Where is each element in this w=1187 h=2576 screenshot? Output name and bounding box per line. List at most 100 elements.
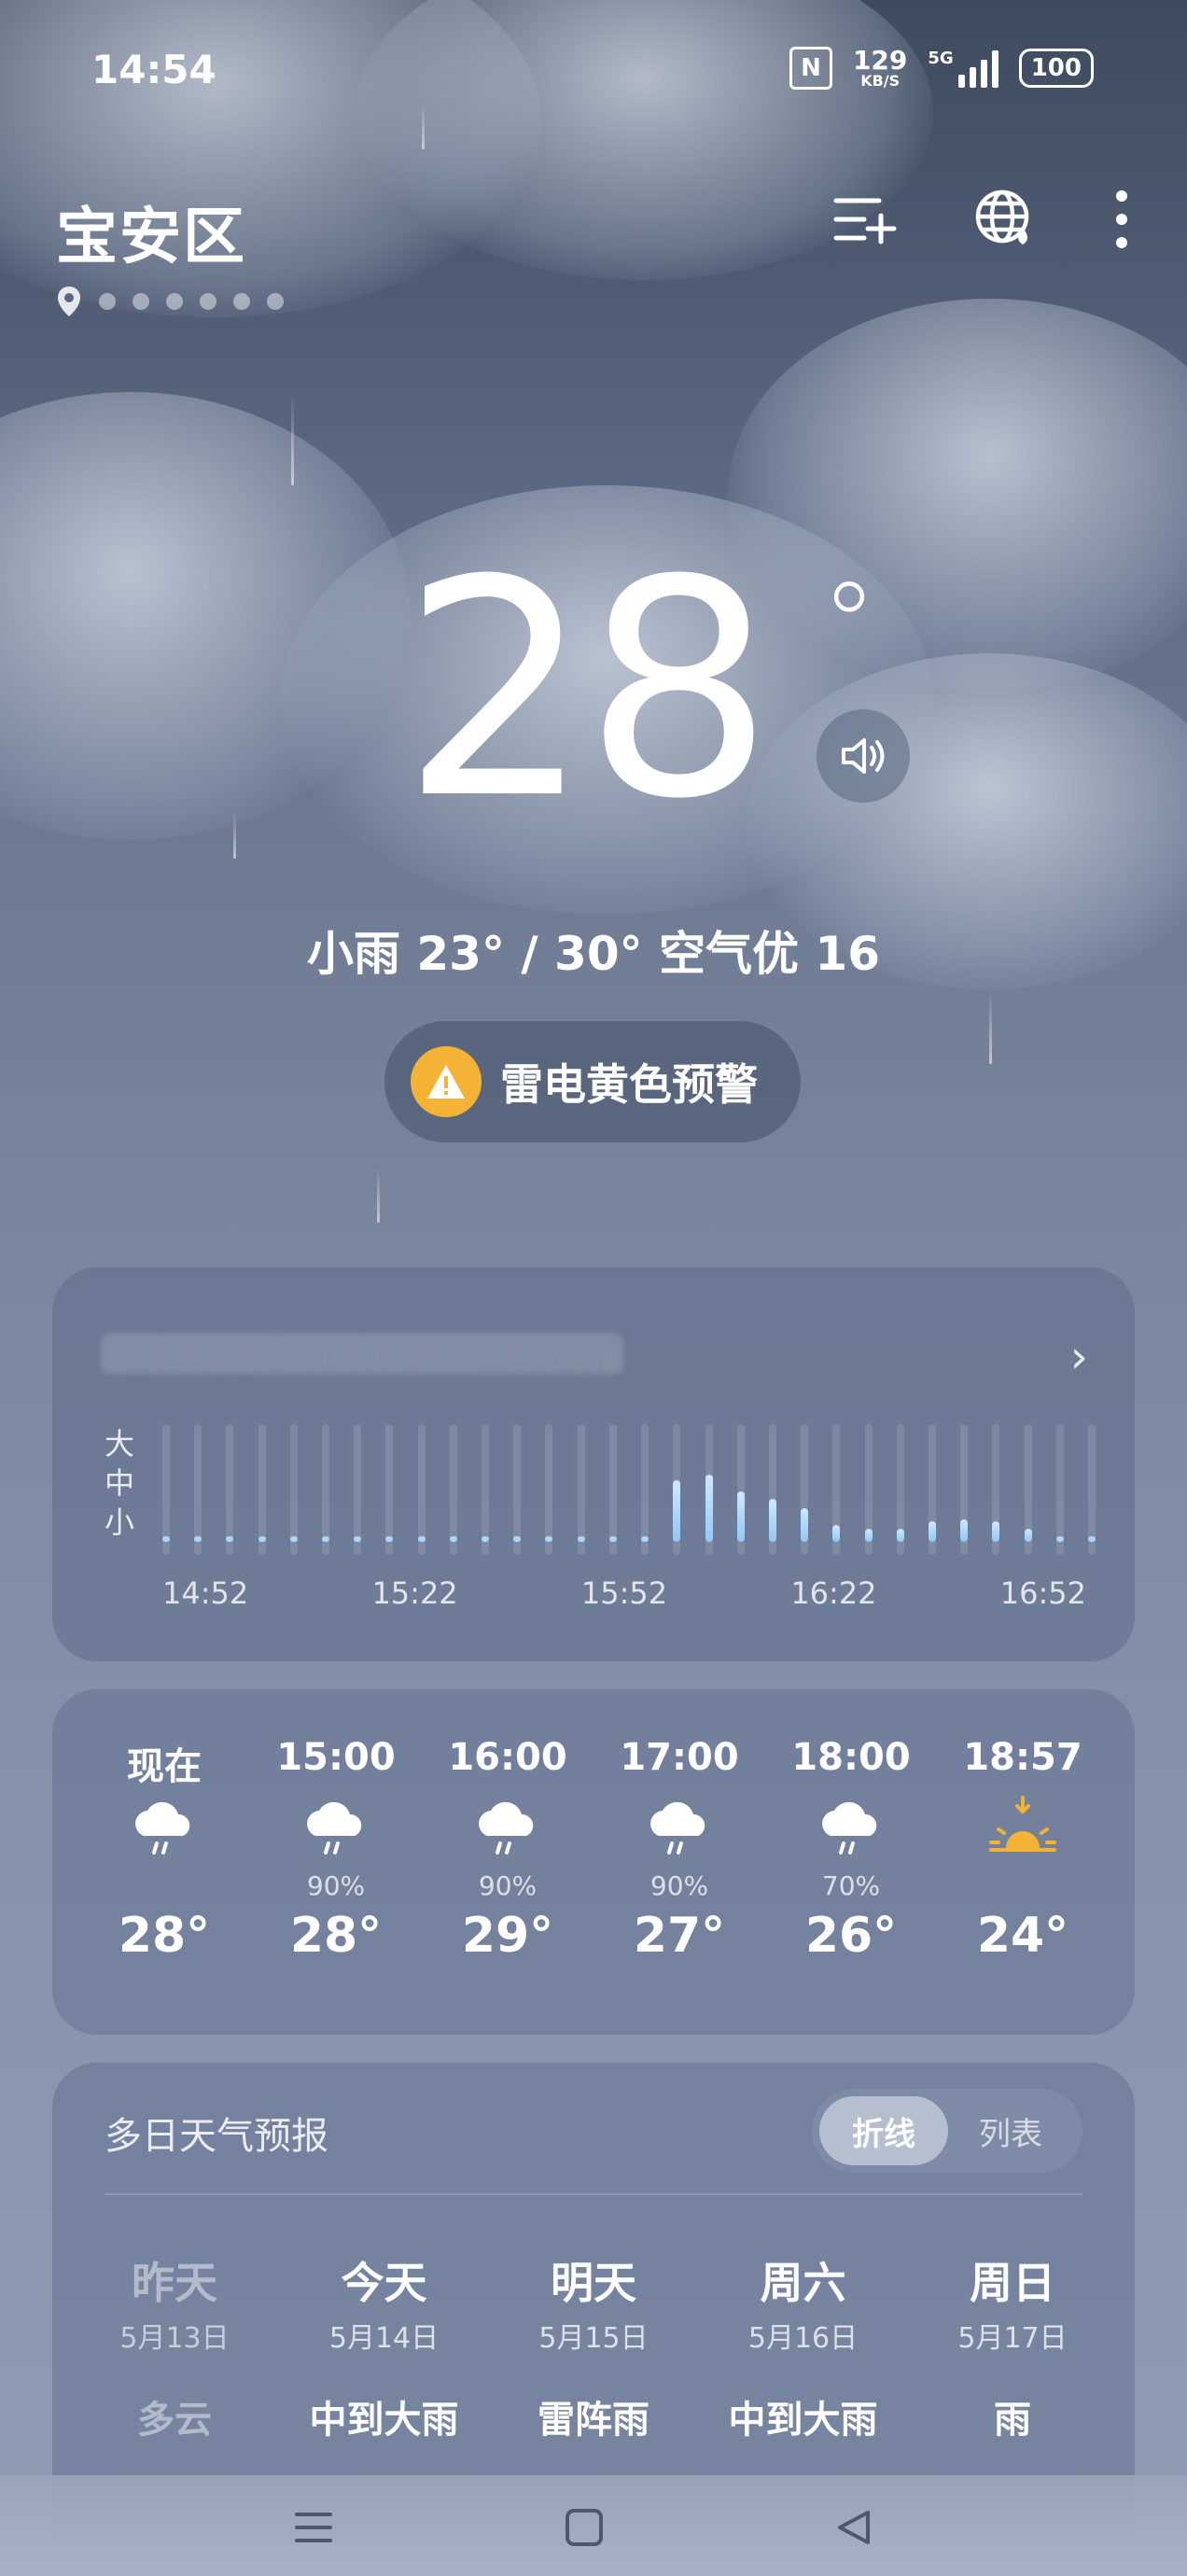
precip-time-axis: 14:52 15:22 15:52 16:22 16:52 [162, 1575, 1086, 1611]
precip-bar [482, 1536, 489, 1542]
page-dot [133, 293, 149, 310]
level-label: 中 [105, 1465, 135, 1501]
level-label: 小 [105, 1505, 135, 1540]
menu-icon [295, 2513, 332, 2542]
net-speed-value: 129 [852, 45, 908, 76]
time-label: 14:52 [162, 1575, 249, 1611]
hourly-list: 现在 28° 15:00 90% 28° 16:00 90% 29° 17:00 90% 27° 18… [80, 1736, 1107, 1964]
view-toggle[interactable]: 折线 列表 [812, 2089, 1082, 2173]
precip-bar-track [641, 1424, 649, 1555]
degree-symbol: ° [821, 560, 877, 690]
home-button[interactable] [556, 2499, 612, 2555]
precip-bar-track [322, 1424, 329, 1555]
hour-temp: 27° [633, 1908, 726, 1964]
precip-bar [897, 1529, 904, 1542]
hour-precip-chance: 90% [306, 1870, 366, 1901]
precipitation-card[interactable]: › 大 中 小 14:52 15:22 15:52 16:22 16:52 [52, 1267, 1135, 1661]
precip-bar [1088, 1536, 1096, 1542]
rain-streak [377, 1167, 380, 1223]
hour-item: 15:00 90% 28° [252, 1736, 420, 1964]
status-time: 14:54 [91, 47, 216, 92]
toggle-list-view[interactable]: 列表 [946, 2096, 1075, 2165]
speaker-button[interactable] [817, 709, 910, 803]
forecast-title: 多日天气预报 [105, 2115, 328, 2158]
day-weather: 多云 [137, 2399, 212, 2442]
rain-icon [424, 1792, 592, 1870]
time-label: 15:52 [580, 1575, 668, 1611]
day-date: 5月17日 [957, 2322, 1068, 2355]
hour-time: 15:00 [276, 1736, 396, 1779]
day-name: 周六 [760, 2258, 846, 2308]
day-list: 昨天 5月13日 多云 今天 5月14日中到大雨 明天 5月15日 雷阵雨 周六 5月16日 中到大… [71, 2249, 1116, 2443]
warning-icon [411, 1046, 482, 1117]
weather-alert[interactable]: 雷电黄色预警 [384, 1021, 801, 1142]
precip-bar [194, 1536, 202, 1542]
location-name[interactable]: 宝安区 [56, 187, 246, 276]
precip-bar [609, 1536, 617, 1542]
day-weather: 中到大雨 [309, 2399, 459, 2442]
precip-bar [1056, 1536, 1064, 1542]
precip-bar-track [1088, 1424, 1096, 1555]
precip-bar [641, 1536, 649, 1542]
home-icon [566, 2509, 603, 2546]
precip-bar [226, 1536, 233, 1542]
toggle-line-view[interactable]: 折线 [819, 2096, 948, 2165]
current-temperature: 28 [401, 517, 774, 864]
precip-bar-track [450, 1424, 457, 1555]
day-name: 明天 [551, 2258, 636, 2308]
page-dot [200, 293, 216, 310]
signal-icon: 5G [928, 49, 998, 88]
time-label: 16:22 [790, 1575, 877, 1611]
precip-bar-track [354, 1424, 361, 1555]
page-dot [233, 293, 250, 310]
precip-bar-track [482, 1424, 489, 1555]
precip-bar [418, 1536, 426, 1542]
precip-bar [673, 1480, 680, 1542]
network-type: 5G [928, 49, 954, 68]
hour-precip-chance: 70% [821, 1870, 881, 1901]
add-city-icon[interactable] [832, 191, 898, 251]
day-name: 今天 [341, 2258, 427, 2308]
location-header: 宝安区 [56, 187, 1131, 273]
menu-button[interactable] [286, 2499, 342, 2555]
hour-temp: 26° [804, 1908, 898, 1964]
rain-icon [595, 1792, 763, 1870]
back-button[interactable] [825, 2499, 881, 2555]
precip-bar-track [1056, 1424, 1064, 1555]
status-bar: 14:54 N 129 KB/S 5G 100 [0, 47, 1187, 103]
precip-bar [545, 1536, 552, 1542]
precip-bar [513, 1536, 521, 1542]
hour-precip-chance: 90% [649, 1870, 709, 1901]
globe-icon[interactable] [972, 187, 1038, 256]
day-item[interactable]: 周日 5月17日雨 [909, 2249, 1116, 2443]
hourly-forecast-card[interactable]: 现在 28° 15:00 90% 28° 16:00 90% 29° 17:00 90% 27° 18… [52, 1689, 1135, 2035]
net-speed: 129 KB/S [853, 48, 907, 89]
page-dot [166, 293, 183, 310]
precip-bar [769, 1499, 776, 1542]
weather-screen: 14:54 N 129 KB/S 5G 100 宝安区 28 ° 小雨 23° … [0, 0, 1187, 2576]
day-item[interactable]: 昨天 5月13日 多云 [71, 2249, 278, 2443]
day-weather: 雷阵雨 [538, 2399, 649, 2442]
page-dot [99, 293, 116, 310]
rain-streak [422, 103, 425, 149]
chevron-right-icon[interactable]: › [1070, 1331, 1088, 1383]
precip-bar [290, 1536, 298, 1542]
nfc-icon: N [789, 47, 832, 90]
day-item[interactable]: 周六 5月16日 中到大雨 [700, 2249, 907, 2443]
precip-bar-track [578, 1424, 585, 1555]
hour-precip-chance [939, 1870, 1107, 1908]
rain-streak [291, 392, 294, 485]
time-label: 16:52 [999, 1575, 1086, 1611]
precip-bar-track [385, 1424, 393, 1555]
precip-bar-track [162, 1424, 170, 1555]
hour-temp: 29° [461, 1908, 554, 1964]
more-icon[interactable] [1112, 187, 1131, 256]
day-item[interactable]: 今天 5月14日中到大雨 [281, 2249, 488, 2443]
day-date: 5月14日 [328, 2322, 440, 2355]
hour-time: 16:00 [448, 1736, 567, 1779]
precip-bar [385, 1536, 393, 1542]
precip-bar [354, 1536, 361, 1542]
page-dot [267, 293, 284, 310]
day-item[interactable]: 明天 5月15日 雷阵雨 [490, 2249, 697, 2443]
precip-level-labels: 大 中 小 [105, 1424, 134, 1542]
